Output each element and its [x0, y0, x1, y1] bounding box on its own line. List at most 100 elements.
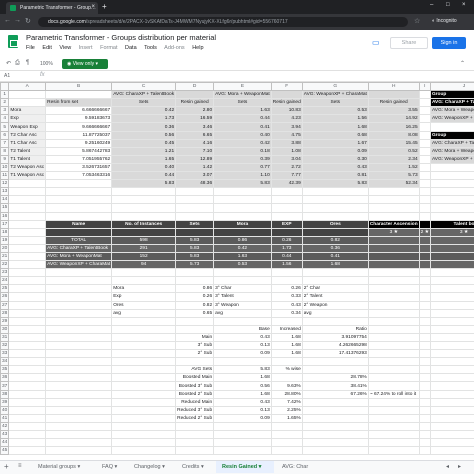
- cell[interactable]: [8, 381, 47, 391]
- cell[interactable]: [418, 219, 431, 229]
- cell[interactable]: [8, 211, 47, 221]
- cell[interactable]: [301, 421, 369, 432]
- collapse-toolbar-icon[interactable]: ⌃: [460, 60, 465, 67]
- row-header[interactable]: 13: [0, 187, 10, 197]
- row-header[interactable]: 17: [0, 219, 10, 229]
- cell[interactable]: [8, 413, 47, 423]
- row-header[interactable]: 23: [0, 268, 10, 278]
- cell[interactable]: 4.262665298: [301, 340, 369, 351]
- cell[interactable]: [418, 243, 431, 253]
- cell[interactable]: [8, 98, 47, 108]
- cell[interactable]: [418, 397, 431, 407]
- cell[interactable]: 0.44: [111, 171, 177, 181]
- cell[interactable]: [429, 260, 474, 270]
- cell[interactable]: 5.83: [175, 251, 215, 262]
- cell[interactable]: 0.30: [301, 154, 369, 164]
- cell[interactable]: [301, 430, 369, 440]
- add-sheet-icon[interactable]: +: [4, 462, 9, 471]
- cell[interactable]: [45, 227, 113, 237]
- cell[interactable]: [301, 227, 369, 237]
- cell[interactable]: [418, 251, 431, 262]
- cell[interactable]: 5.83: [175, 235, 215, 245]
- cell[interactable]: 2.80: [175, 106, 215, 116]
- cell[interactable]: [45, 179, 113, 189]
- column-header[interactable]: I: [418, 82, 431, 92]
- cell[interactable]: 0.26: [175, 292, 215, 302]
- cell[interactable]: AVG: Mora + WeaponMat: [429, 146, 474, 156]
- cell[interactable]: [175, 195, 215, 205]
- cell[interactable]: [45, 389, 113, 399]
- cell[interactable]: 1.63: [213, 251, 272, 262]
- cell[interactable]: [270, 276, 303, 286]
- cell[interactable]: 2.34: [367, 154, 420, 164]
- cell[interactable]: [45, 90, 113, 100]
- cell[interactable]: T2 Talent: [8, 146, 47, 156]
- cell[interactable]: 3.91097754: [301, 332, 369, 343]
- cell[interactable]: Boosted 2° Sub: [175, 389, 215, 399]
- cell[interactable]: [111, 324, 177, 334]
- cell[interactable]: Reduced Main: [175, 397, 215, 407]
- cell[interactable]: 0.09: [213, 413, 272, 423]
- cell[interactable]: [111, 357, 177, 367]
- row-header[interactable]: 34: [0, 357, 10, 367]
- cell[interactable]: [418, 308, 431, 318]
- cell[interactable]: [111, 349, 177, 359]
- cell[interactable]: [213, 276, 272, 286]
- row-header[interactable]: 19: [0, 235, 10, 245]
- sheet-tab-changelog[interactable]: Changelog ▾: [128, 461, 174, 473]
- share-button[interactable]: Share: [390, 37, 428, 49]
- cell[interactable]: 0.42: [111, 106, 177, 116]
- cell[interactable]: 0.39: [213, 154, 272, 164]
- zoom-select[interactable]: 100%: [40, 61, 53, 67]
- row-header[interactable]: 4: [0, 114, 10, 124]
- cell[interactable]: [429, 438, 474, 448]
- cell[interactable]: [301, 446, 369, 456]
- menu-format[interactable]: Format: [100, 45, 117, 51]
- cell[interactable]: [175, 90, 215, 100]
- cell[interactable]: [418, 114, 431, 124]
- cell[interactable]: [213, 203, 272, 213]
- cell[interactable]: 67.26%: [301, 389, 369, 399]
- cell[interactable]: 9.59183673: [45, 114, 113, 124]
- cell[interactable]: 0.40: [213, 130, 272, 140]
- cell[interactable]: 0.82: [301, 235, 369, 245]
- cell[interactable]: 7.42%: [270, 397, 303, 407]
- cell[interactable]: [8, 268, 47, 278]
- cell[interactable]: [418, 446, 431, 456]
- cell[interactable]: [429, 397, 474, 407]
- cell[interactable]: [301, 397, 369, 407]
- cell[interactable]: [213, 438, 272, 448]
- cell[interactable]: 0.43: [213, 397, 272, 407]
- row-header[interactable]: 25: [0, 284, 10, 294]
- cell[interactable]: 0.09: [301, 146, 369, 156]
- cell[interactable]: [429, 268, 474, 278]
- cell[interactable]: [301, 357, 369, 367]
- cell[interactable]: [45, 268, 113, 278]
- cell[interactable]: [8, 405, 47, 415]
- cell[interactable]: [45, 438, 113, 448]
- menu-view[interactable]: View: [59, 45, 71, 51]
- cell[interactable]: 3 ★: [429, 227, 474, 237]
- cell[interactable]: 5.83: [213, 179, 272, 189]
- cell[interactable]: [8, 179, 47, 189]
- cell[interactable]: [429, 430, 474, 440]
- cell[interactable]: [301, 365, 369, 375]
- cell[interactable]: [429, 179, 474, 189]
- cell[interactable]: [418, 324, 431, 334]
- cell[interactable]: 0.45: [111, 138, 177, 148]
- cell[interactable]: [45, 446, 113, 456]
- cell[interactable]: [418, 98, 431, 108]
- cell[interactable]: [418, 373, 431, 383]
- cell[interactable]: 0.18: [213, 146, 272, 156]
- cell[interactable]: 0.56: [111, 130, 177, 140]
- cell[interactable]: [418, 340, 431, 351]
- cell[interactable]: [367, 397, 420, 407]
- cell[interactable]: 94: [111, 260, 177, 270]
- cell[interactable]: 5.83: [213, 365, 272, 375]
- cell[interactable]: [111, 430, 177, 440]
- cell[interactable]: [367, 195, 420, 205]
- cell[interactable]: [301, 438, 369, 448]
- cell[interactable]: 0.36: [301, 243, 369, 253]
- cell[interactable]: [270, 446, 303, 456]
- cell[interactable]: 0.86: [175, 284, 215, 294]
